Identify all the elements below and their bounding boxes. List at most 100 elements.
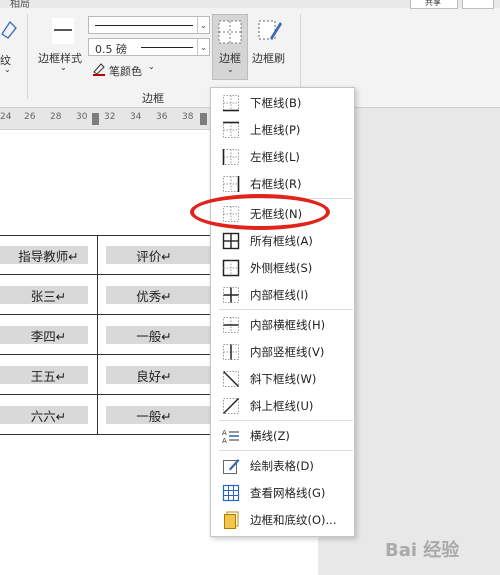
table-cell[interactable]: 李四↵ <box>0 315 97 355</box>
diagonal-up-border-icon <box>223 398 239 414</box>
ruler-tick: 38 <box>182 112 194 122</box>
inside-vertical-border-icon <box>223 344 239 360</box>
table-cell[interactable]: 评价↵ <box>98 235 210 275</box>
table-cell[interactable]: 一般↵ <box>98 315 210 355</box>
table-cell[interactable]: 优秀↵ <box>98 275 210 315</box>
menu-item-label: 绘制表格(D) <box>250 459 314 473</box>
ruler-tick: 36 <box>156 112 168 122</box>
line-weight-chevron-icon[interactable]: ⌄ <box>197 39 209 55</box>
ruler-tick: 24 <box>0 112 12 122</box>
table-cell[interactable]: 王五↵ <box>0 355 97 395</box>
tab-partial-label[interactable]: 相局 <box>10 0 30 10</box>
diagonal-down-border-icon <box>223 371 239 387</box>
menu-item-label: 横线(Z) <box>250 429 290 443</box>
menu-item-inside-borders[interactable]: 内部框线(I) <box>212 282 353 308</box>
table-cell[interactable]: 良好↵ <box>98 355 210 395</box>
document-table[interactable]: 指导教师↵ 评价↵ 张三↵ 优秀↵ 李四↵ 一般↵ 王五↵ 良好↵ 六六↵ 一般… <box>0 235 210 435</box>
table-cell[interactable]: 张三↵ <box>0 275 97 315</box>
border-right-icon <box>223 176 240 192</box>
all-borders-icon <box>222 232 240 250</box>
table-row[interactable]: 指导教师↵ 评价↵ <box>0 235 210 275</box>
pen-color-icon[interactable] <box>92 62 106 76</box>
baidu-watermark: Bai 经验 <box>385 540 460 561</box>
svg-text:A: A <box>222 429 227 437</box>
view-gridlines-icon <box>222 484 240 502</box>
ruler-tick: 26 <box>24 112 36 122</box>
table-cell[interactable]: 六六↵ <box>0 395 97 435</box>
borders-button[interactable]: 边框 ⌄ <box>212 14 248 80</box>
border-bottom-icon <box>223 95 239 112</box>
border-painter-label[interactable]: 边框刷 <box>252 50 285 66</box>
table-row[interactable]: 六六↵ 一般↵ <box>0 395 210 435</box>
pen-color-chevron-icon[interactable]: ⌄ <box>148 62 155 71</box>
table-cell[interactable]: 指导教师↵ <box>0 235 97 275</box>
menu-item-label: 内部横框线(H) <box>250 318 326 332</box>
menu-item-outside-borders[interactable]: 外侧框线(S) <box>212 255 353 281</box>
menu-item-inside-vertical[interactable]: 内部竖框线(V) <box>212 339 353 365</box>
menu-item-right-border[interactable]: 右框线(R) <box>212 171 353 197</box>
share-button[interactable]: 共享 <box>410 0 458 9</box>
menu-item-label: 查看网格线(G) <box>250 486 326 500</box>
menu-item-bottom-border[interactable]: 下框线(B) <box>212 90 353 116</box>
menu-item-label: 上框线(P) <box>250 123 301 137</box>
border-styles-icon[interactable] <box>52 18 74 44</box>
border-top-icon <box>223 121 239 138</box>
ruler-column-marker[interactable] <box>200 113 207 125</box>
ruler-tick: 34 <box>130 112 142 122</box>
menu-item-label: 右框线(R) <box>250 177 302 191</box>
menu-item-label: 左框线(L) <box>250 150 300 164</box>
ruler-tick: 30 <box>76 112 88 122</box>
table-row[interactable]: 王五↵ 良好↵ <box>0 355 210 395</box>
menu-item-inside-horizontal[interactable]: 内部横框线(H) <box>212 312 353 338</box>
table-cell[interactable]: 一般↵ <box>98 395 210 435</box>
menu-item-label: 斜下框线(W) <box>250 372 317 386</box>
line-style-chevron-icon[interactable]: ⌄ <box>197 17 209 33</box>
line-style-dropdown[interactable]: ⌄ <box>88 16 210 34</box>
menu-item-label: 下框线(B) <box>250 96 302 110</box>
red-highlight-oval <box>190 194 330 230</box>
menu-item-top-border[interactable]: 上框线(P) <box>212 117 353 143</box>
table-row[interactable]: 张三↵ 优秀↵ <box>0 275 210 315</box>
svg-text:A: A <box>222 437 227 445</box>
ruler-column-marker[interactable] <box>92 113 99 125</box>
menu-item-diagonal-down[interactable]: 斜下框线(W) <box>212 366 353 392</box>
border-painter-icon[interactable] <box>258 18 282 44</box>
menu-item-draw-table[interactable]: 绘制表格(D) <box>212 453 353 479</box>
menu-item-label: 斜上框线(U) <box>250 399 314 413</box>
borders-dropdown-menu: 下框线(B) 上框线(P) 左框线(L) 右框线(R) 无框线(N) 所有框线(… <box>210 87 355 537</box>
shading-chevron-icon[interactable]: ⌄ <box>4 65 11 74</box>
inside-horizontal-border-icon <box>223 317 239 333</box>
ruler-tick: 28 <box>50 112 62 122</box>
border-styles-chevron-icon[interactable]: ⌄ <box>60 63 67 72</box>
outside-borders-icon <box>222 259 240 277</box>
menu-item-view-gridlines[interactable]: 查看网格线(G) <box>212 480 353 506</box>
pen-color-label[interactable]: 笔颜色 <box>109 63 142 79</box>
menu-separator <box>219 450 353 451</box>
borders-label: 边框 <box>219 52 241 65</box>
shading-icon[interactable] <box>0 18 18 40</box>
menu-item-all-borders[interactable]: 所有框线(A) <box>212 228 353 254</box>
table-row[interactable]: 李四↵ 一般↵ <box>0 315 210 355</box>
line-weight-dropdown[interactable]: 0.5 磅 ⌄ <box>88 38 210 56</box>
borders-icon <box>218 20 242 44</box>
menu-separator <box>219 420 353 421</box>
inside-borders-icon <box>223 287 239 303</box>
ruler-tick: 32 <box>104 112 116 122</box>
border-left-icon <box>222 149 239 165</box>
borders-chevron-icon: ⌄ <box>227 65 234 74</box>
draw-table-icon <box>223 459 240 474</box>
menu-item-borders-shading[interactable]: 边框和底纹(O)... <box>212 507 353 533</box>
menu-separator <box>219 309 353 310</box>
menu-item-label: 内部框线(I) <box>250 288 309 302</box>
menu-item-horizontal-line[interactable]: AA 横线(Z) <box>212 423 353 449</box>
menu-item-label: 内部竖框线(V) <box>250 345 325 359</box>
menu-item-label: 所有框线(A) <box>250 234 313 248</box>
border-group-label: 边框 <box>142 92 164 105</box>
menu-item-left-border[interactable]: 左框线(L) <box>212 144 353 170</box>
menu-item-label: 外侧框线(S) <box>250 261 313 275</box>
borders-shading-icon <box>224 511 239 529</box>
more-button[interactable] <box>462 0 494 9</box>
horizontal-line-icon: AA <box>222 429 239 445</box>
menu-item-diagonal-up[interactable]: 斜上框线(U) <box>212 393 353 419</box>
ribbon-separator <box>27 14 28 99</box>
